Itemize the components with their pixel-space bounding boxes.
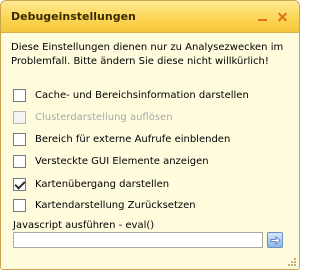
checkbox — [13, 110, 26, 124]
checkbox[interactable] — [13, 88, 26, 102]
option-label: Kartenübergang darstellen — [35, 178, 170, 190]
option-cluster-resolve: Clusterdarstellung auflösen — [13, 110, 293, 124]
option-label: Bereich für externe Aufrufe einblenden — [35, 133, 231, 145]
checkbox[interactable] — [13, 132, 26, 146]
option-label: Kartendarstellung Zurücksetzen — [35, 199, 196, 211]
close-icon[interactable] — [276, 10, 290, 24]
checkbox-checked[interactable] — [13, 177, 26, 191]
debug-settings-window: Debugeinstellungen Diese Einstellungen d… — [0, 0, 300, 270]
option-map-transition[interactable]: Kartenübergang darstellen — [13, 177, 293, 191]
option-external-calls[interactable]: Bereich für externe Aufrufe einblenden — [13, 132, 293, 146]
javascript-input[interactable] — [13, 232, 263, 248]
option-cache-info[interactable]: Cache- und Bereichsinformation darstelle… — [13, 88, 293, 102]
option-map-reset[interactable]: Kartendarstellung Zurücksetzen — [13, 198, 293, 212]
checkbox[interactable] — [13, 154, 26, 168]
option-label: Versteckte GUI Elemente anzeigen — [35, 155, 209, 167]
option-label: Clusterdarstellung auflösen — [35, 111, 173, 123]
minimize-icon[interactable] — [256, 10, 270, 24]
checkbox[interactable] — [13, 198, 26, 212]
description-text: Diese Einstellungen dienen nur zu Analys… — [11, 42, 284, 67]
resize-grip-icon[interactable] — [287, 257, 297, 267]
javascript-label: Javascript ausführen - eval() — [13, 220, 155, 231]
arrow-right-icon — [270, 236, 281, 245]
option-hidden-gui[interactable]: Versteckte GUI Elemente anzeigen — [13, 154, 293, 168]
window-title: Debugeinstellungen — [11, 10, 136, 23]
run-javascript-button[interactable] — [267, 232, 283, 248]
option-label: Cache- und Bereichsinformation darstelle… — [35, 89, 249, 101]
title-bar[interactable]: Debugeinstellungen — [1, 1, 299, 33]
